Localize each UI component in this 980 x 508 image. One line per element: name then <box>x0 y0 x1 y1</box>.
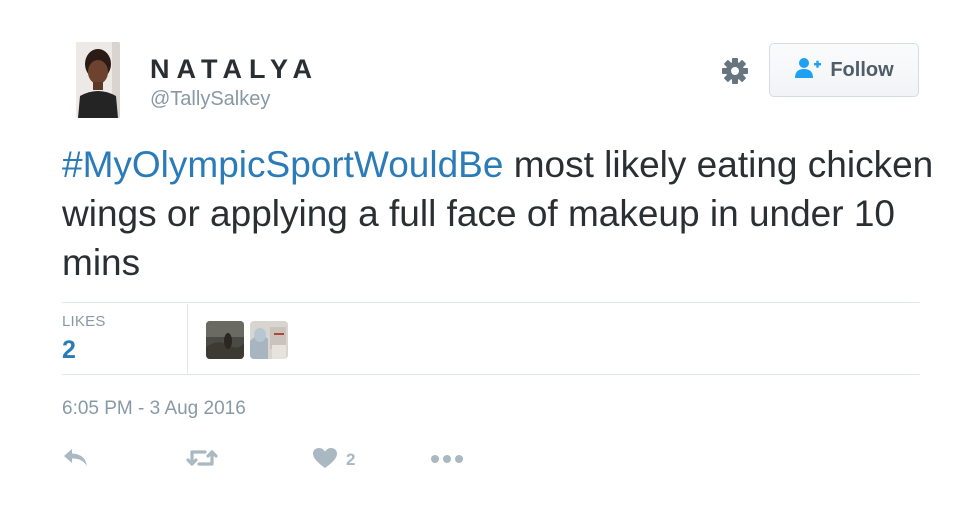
liker-avatar[interactable] <box>250 321 288 359</box>
user-plus-icon <box>794 57 822 84</box>
divider-bottom <box>62 374 920 375</box>
retweet-icon <box>186 446 218 475</box>
like-button[interactable]: 2 <box>312 447 355 473</box>
likes-count: 2 <box>62 336 76 364</box>
likes-label: LIKES <box>62 313 106 330</box>
user-handle[interactable]: @TallySalkey <box>150 88 270 110</box>
more-icon <box>430 451 464 469</box>
heart-icon <box>312 447 338 474</box>
stats-divider <box>187 304 188 374</box>
likes-stat[interactable]: LIKES 2 <box>62 313 106 365</box>
hashtag-link[interactable]: #MyOlympicSportWouldBe <box>62 144 503 185</box>
tweet-text: #MyOlympicSportWouldBe most likely eatin… <box>62 140 942 287</box>
avatar-photo <box>76 42 120 118</box>
display-name[interactable]: NATALYA <box>150 54 319 84</box>
follow-label: Follow <box>830 58 894 81</box>
avatar[interactable] <box>76 42 120 118</box>
follow-button[interactable]: Follow <box>769 43 919 97</box>
divider-top <box>62 302 920 303</box>
more-button[interactable] <box>430 447 464 473</box>
reply-button[interactable] <box>62 447 90 473</box>
tweet-timestamp[interactable]: 6:05 PM - 3 Aug 2016 <box>62 398 246 420</box>
retweet-button[interactable] <box>186 447 218 473</box>
gear-icon[interactable] <box>720 56 750 86</box>
like-count: 2 <box>346 450 356 469</box>
reply-icon <box>62 447 90 474</box>
liker-avatar[interactable] <box>206 321 244 359</box>
